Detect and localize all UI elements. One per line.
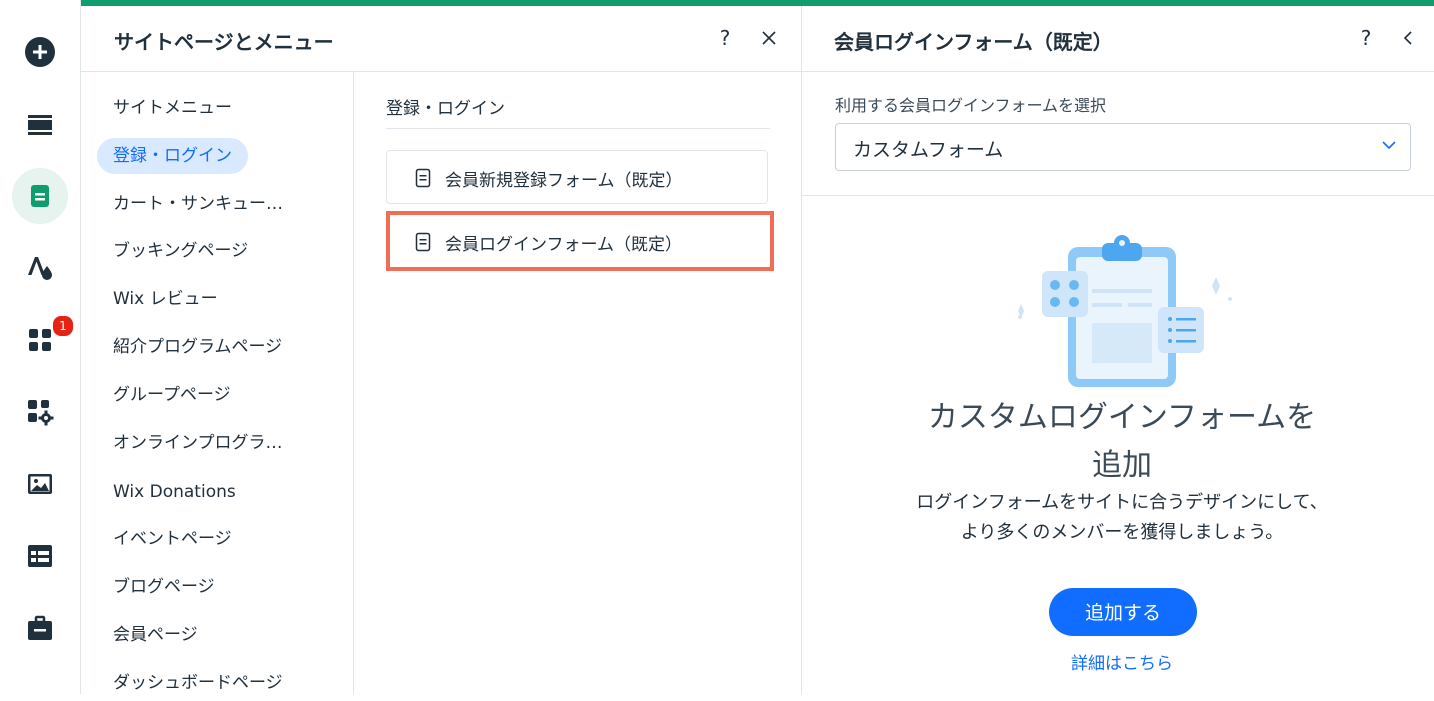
login-form-select-label: 利用する会員ログインフォームを選択 xyxy=(835,96,1107,115)
menu-item-groups[interactable]: グループページ xyxy=(97,377,247,413)
section-title: 登録・ログイン xyxy=(386,99,505,119)
pages-icon xyxy=(31,185,49,207)
business-apps-button[interactable] xyxy=(12,384,68,440)
clipboard-illustration-icon xyxy=(1018,235,1232,387)
menu-category-list: サイトメニュー 登録・ログイン カート・サンキュー… ブッキングページ Wix … xyxy=(81,72,354,694)
add-button[interactable]: 追加する xyxy=(1049,588,1197,636)
menu-item-site-menu[interactable]: サイトメニュー xyxy=(97,90,248,126)
menu-item-dashboard[interactable]: ダッシュボードページ xyxy=(97,665,299,701)
apps-icon xyxy=(29,329,51,351)
menu-item-signup-login[interactable]: 登録・ログイン xyxy=(97,138,248,174)
settings-title: 会員ログインフォーム（既定） xyxy=(834,30,1113,54)
portfolio-button[interactable] xyxy=(12,600,68,656)
close-icon xyxy=(762,31,776,45)
settings-help-button[interactable]: ? xyxy=(1352,24,1380,52)
login-form-settings-panel: 会員ログインフォーム（既定） ? 利用する会員ログインフォームを選択 カスタムフ… xyxy=(801,6,1434,694)
page-label: 会員新規登録フォーム（既定） xyxy=(445,171,683,191)
layout-icon xyxy=(28,115,52,135)
cms-button[interactable] xyxy=(12,528,68,584)
menu-item-donations[interactable]: Wix Donations xyxy=(97,474,252,510)
panel-title: サイトページとメニュー xyxy=(114,30,334,54)
menu-item-cart-thankyou[interactable]: カート・サンキュー… xyxy=(97,186,299,222)
settings-divider xyxy=(802,195,1434,196)
settings-header: 会員ログインフォーム（既定） ? xyxy=(802,6,1434,72)
add-apps-button[interactable]: 1 xyxy=(12,312,75,368)
left-toolbar: 1 xyxy=(0,0,81,694)
page-item-login-form[interactable]: 会員ログインフォーム（既定） xyxy=(386,211,774,271)
sections-button[interactable] xyxy=(12,96,68,152)
help-icon: ? xyxy=(719,26,731,50)
login-form-dropdown[interactable]: カスタムフォーム xyxy=(835,123,1411,171)
menu-item-members[interactable]: 会員ページ xyxy=(97,617,214,653)
pages-menu-button[interactable] xyxy=(12,168,68,224)
notification-badge: 1 xyxy=(51,314,75,338)
page-icon xyxy=(415,232,431,252)
business-apps-icon xyxy=(28,400,54,426)
page-label: 会員ログインフォーム（既定） xyxy=(445,235,682,255)
menu-item-blog[interactable]: ブログページ xyxy=(97,569,231,605)
menu-item-booking[interactable]: ブッキングページ xyxy=(97,233,264,269)
portfolio-icon xyxy=(28,615,52,640)
empty-state-title: カスタムログインフォームを 追加 xyxy=(902,394,1342,490)
design-icon xyxy=(28,257,52,280)
menu-item-online-programs[interactable]: オンラインプログラ… xyxy=(97,425,299,461)
media-button[interactable] xyxy=(12,456,68,512)
empty-state-title-line1: カスタムログインフォームを xyxy=(927,400,1317,435)
page-icon xyxy=(415,168,431,188)
dropdown-value: カスタムフォーム xyxy=(853,139,1004,161)
learn-more-link[interactable]: 詳細はこちら xyxy=(1022,649,1222,674)
media-icon xyxy=(28,474,52,494)
empty-state-description: ログインフォームをサイトに合うデザインにして、より多くのメンバーを獲得しましょう… xyxy=(916,492,1328,543)
cms-icon xyxy=(28,545,52,567)
help-icon: ? xyxy=(1360,26,1372,50)
menu-item-wix-reviews[interactable]: Wix レビュー xyxy=(97,281,234,317)
chevron-left-icon xyxy=(1403,31,1412,45)
menu-item-events[interactable]: イベントページ xyxy=(97,521,248,557)
add-elements-button[interactable] xyxy=(12,24,68,80)
add-icon xyxy=(25,37,55,67)
empty-state-title-line2: 追加 xyxy=(1092,448,1152,483)
site-pages-panel: サイトページとメニュー ? サイトメニュー 登録・ログイン カート・サンキュー…… xyxy=(81,6,801,694)
site-design-button[interactable] xyxy=(12,240,68,296)
back-button[interactable] xyxy=(1394,24,1422,52)
menu-item-referral[interactable]: 紹介プログラムページ xyxy=(97,329,298,365)
help-button[interactable]: ? xyxy=(711,24,739,52)
site-pages-header: サイトページとメニュー ? xyxy=(81,6,801,72)
chevron-down-icon xyxy=(1382,141,1396,150)
page-item-signup-form[interactable]: 会員新規登録フォーム（既定） xyxy=(386,150,768,204)
section-divider xyxy=(386,128,770,129)
close-button[interactable] xyxy=(755,24,783,52)
